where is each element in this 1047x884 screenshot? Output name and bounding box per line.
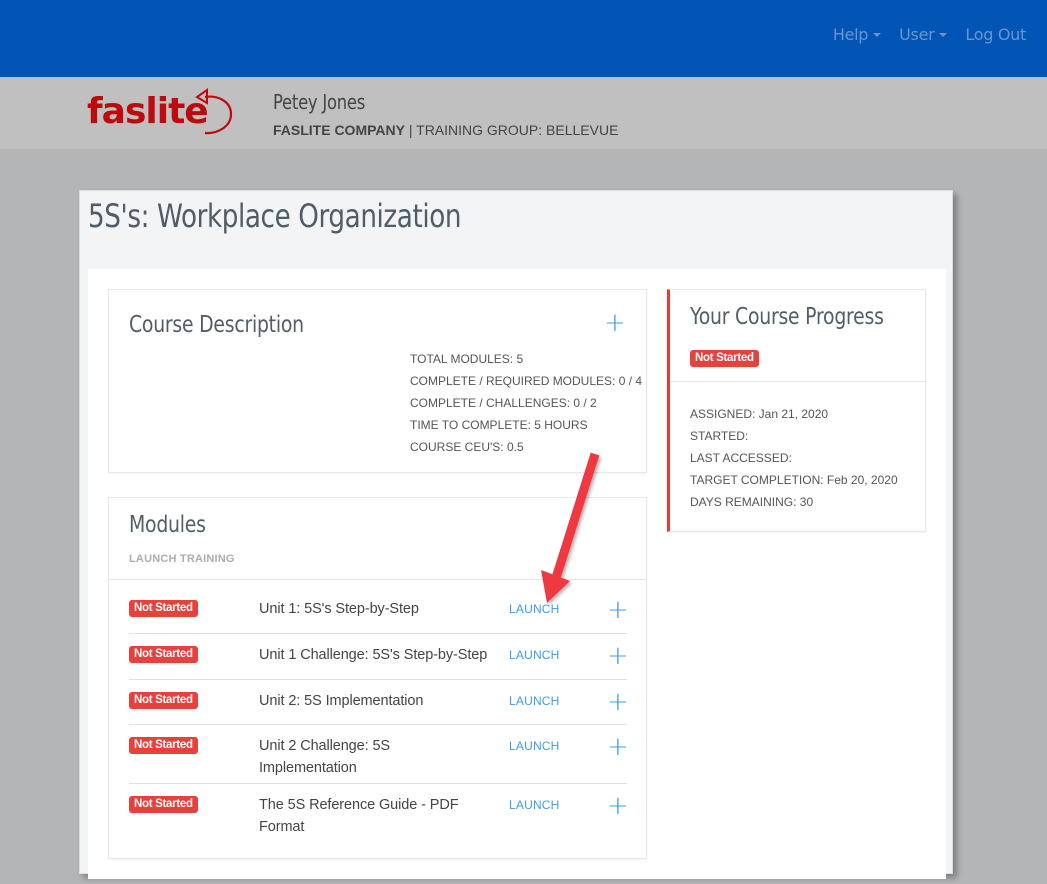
faslite-logo[interactable]: faslite xyxy=(87,87,237,137)
company-name: FASLITE COMPANY xyxy=(273,122,405,138)
module-status-badge: Not Started xyxy=(129,796,198,813)
top-navbar: Help User Log Out xyxy=(0,0,1047,77)
expand-module-icon[interactable]: + xyxy=(607,643,629,669)
module-status-badge: Not Started xyxy=(129,600,198,617)
module-status-badge: Not Started xyxy=(129,646,198,663)
started-date: STARTED: xyxy=(690,429,749,443)
module-name: The 5S Reference Guide - PDF Format xyxy=(259,797,459,835)
module-status-badge: Not Started xyxy=(129,737,198,754)
caret-down-icon xyxy=(873,32,882,37)
assigned-date: ASSIGNED: Jan 21, 2020 xyxy=(690,407,829,421)
expand-module-icon[interactable]: + xyxy=(607,793,629,819)
module-row: Not Started Unit 2 Challenge: 5S Impleme… xyxy=(129,725,629,784)
course-progress-title: Your Course Progress xyxy=(690,304,884,330)
module-row: Not Started Unit 1: 5S's Step-by-Step LA… xyxy=(129,580,629,634)
help-label: Help xyxy=(832,25,869,44)
course-stats: TOTAL MODULES: 5 COMPLETE / REQUIRED MOD… xyxy=(410,348,642,458)
stat-time-to-complete: TIME TO COMPLETE: 5 HOURS xyxy=(410,418,588,432)
course-content: Course Description + TOTAL MODULES: 5 CO… xyxy=(88,269,946,879)
user-menu[interactable]: User xyxy=(899,25,948,44)
top-nav-menu: Help User Log Out xyxy=(833,25,1026,44)
stat-required-modules: COMPLETE / REQUIRED MODULES: 0 / 4 xyxy=(410,374,643,388)
module-row: Not Started The 5S Reference Guide - PDF… xyxy=(129,784,629,844)
module-row: Not Started Unit 2: 5S Implementation LA… xyxy=(129,680,629,725)
expand-description-icon[interactable]: + xyxy=(604,310,626,336)
launch-button[interactable]: LAUNCH xyxy=(509,694,560,708)
user-label: User xyxy=(899,25,935,44)
progress-status-badge: Not Started xyxy=(690,350,759,367)
org-separator: | xyxy=(404,122,417,138)
launch-button[interactable]: LAUNCH xyxy=(509,739,560,753)
course-description-panel: Course Description + TOTAL MODULES: 5 CO… xyxy=(108,289,647,473)
stat-course-ceus: COURSE CEU'S: 0.5 xyxy=(410,440,524,454)
module-name: Unit 1: 5S's Step-by-Step xyxy=(259,601,419,617)
user-name: Petey Jones xyxy=(273,90,366,114)
help-menu[interactable]: Help xyxy=(832,25,882,44)
course-title: 5S's: Workplace Organization xyxy=(88,197,462,235)
launch-button[interactable]: LAUNCH xyxy=(509,648,560,662)
module-row: Not Started Unit 1 Challenge: 5S's Step-… xyxy=(129,634,629,680)
caret-down-icon xyxy=(939,32,948,37)
course-card: 5S's: Workplace Organization Course Desc… xyxy=(79,190,953,879)
target-completion-date: TARGET COMPLETION: Feb 20, 2020 xyxy=(690,473,898,487)
logout-label: Log Out xyxy=(965,25,1026,44)
module-name: Unit 2: 5S Implementation xyxy=(259,693,424,709)
progress-details: ASSIGNED: Jan 21, 2020 STARTED: LAST ACC… xyxy=(690,403,898,513)
module-name: Unit 1 Challenge: 5S's Step-by-Step xyxy=(259,647,488,663)
user-header: faslite Petey Jones FASLITE COMPANY | TR… xyxy=(0,77,1047,149)
modules-title: Modules xyxy=(129,512,206,538)
course-description-title: Course Description xyxy=(129,312,304,338)
module-name: Unit 2 Challenge: 5S Implementation xyxy=(259,738,390,776)
course-progress-panel: Your Course Progress Not Started ASSIGNE… xyxy=(667,289,926,532)
module-status-badge: Not Started xyxy=(129,692,198,709)
days-remaining: DAYS REMAINING: 30 xyxy=(690,495,814,509)
logout-link[interactable]: Log Out xyxy=(965,25,1026,44)
stat-challenges: COMPLETE / CHALLENGES: 0 / 2 xyxy=(410,396,597,410)
modules-panel: Modules LAUNCH TRAINING Not Started Unit… xyxy=(108,497,647,859)
training-group: TRAINING GROUP: BELLEVUE xyxy=(416,122,619,138)
launch-button[interactable]: LAUNCH xyxy=(509,602,560,616)
logo-swoosh-icon xyxy=(195,88,233,135)
user-organization: FASLITE COMPANY | TRAINING GROUP: BELLEV… xyxy=(273,122,618,138)
divider xyxy=(670,381,925,382)
launch-button[interactable]: LAUNCH xyxy=(509,798,560,812)
stat-total-modules: TOTAL MODULES: 5 xyxy=(410,352,524,366)
expand-module-icon[interactable]: + xyxy=(607,734,629,760)
module-list: Not Started Unit 1: 5S's Step-by-Step LA… xyxy=(129,580,629,844)
modules-subtitle: LAUNCH TRAINING xyxy=(129,553,235,565)
expand-module-icon[interactable]: + xyxy=(607,689,629,715)
last-accessed-date: LAST ACCESSED: xyxy=(690,451,792,465)
expand-module-icon[interactable]: + xyxy=(607,597,629,623)
